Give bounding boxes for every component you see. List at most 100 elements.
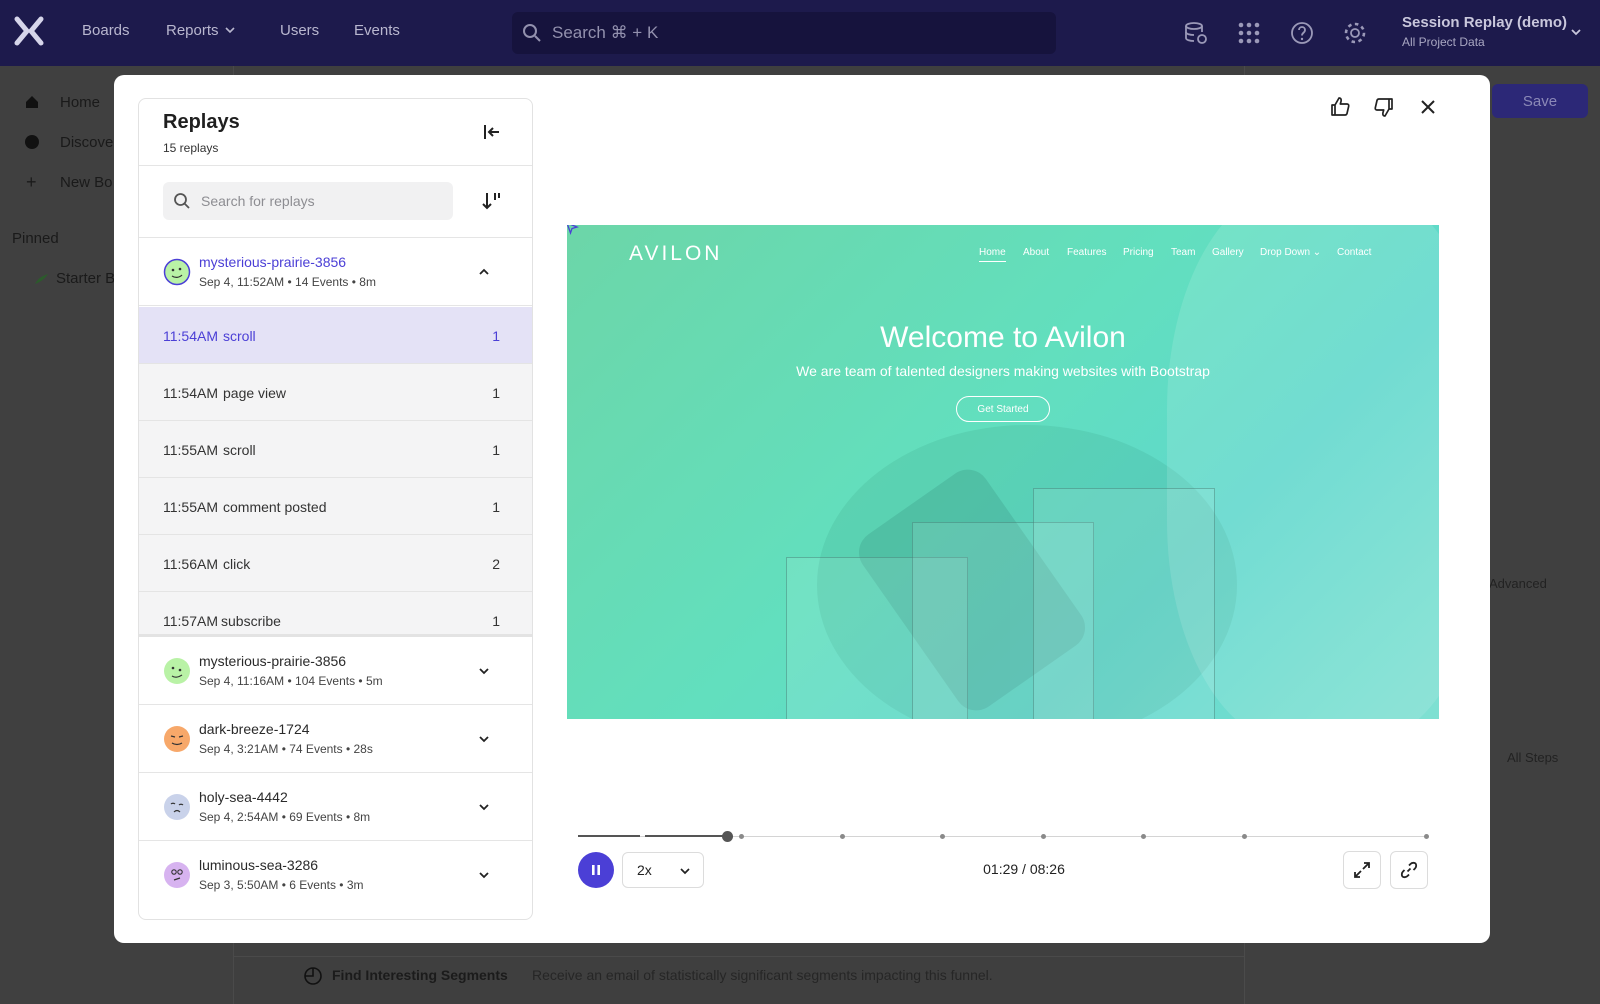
top-navigation: Boards Reports Users Events Search ⌘ + K… bbox=[0, 0, 1600, 66]
event-row[interactable]: 11:55AM scroll 1 bbox=[139, 421, 532, 478]
help-icon[interactable] bbox=[1289, 20, 1315, 46]
chevron-up-icon[interactable] bbox=[477, 265, 491, 279]
global-search[interactable]: Search ⌘ + K bbox=[512, 12, 1056, 54]
event-count: 2 bbox=[492, 556, 500, 572]
event-name: page view bbox=[223, 385, 287, 401]
nav-boards[interactable]: Boards bbox=[82, 22, 130, 39]
link-icon bbox=[1400, 861, 1418, 879]
playback-speed-select[interactable]: 2x bbox=[622, 852, 704, 888]
advanced-label[interactable]: Advanced bbox=[1489, 576, 1547, 591]
chevron-down-icon[interactable] bbox=[477, 800, 491, 814]
project-name: Session Replay (demo) bbox=[1402, 14, 1568, 31]
event-row[interactable]: 11:55AM comment posted 1 bbox=[139, 478, 532, 535]
gear-icon[interactable] bbox=[1342, 20, 1368, 46]
replays-count: 15 replays bbox=[163, 141, 219, 155]
sidebar-item-discover[interactable]: Discove bbox=[60, 134, 113, 151]
timeline-event-marker[interactable] bbox=[1141, 834, 1146, 839]
chevron-down-icon[interactable] bbox=[477, 732, 491, 746]
site-nav-about: About bbox=[1023, 247, 1050, 258]
session-item[interactable]: mysterious-prairie-3856 Sep 4, 11:16AM •… bbox=[139, 637, 532, 705]
background-footer: Find Interesting Segments Receive an ema… bbox=[234, 956, 1244, 1004]
event-row[interactable]: 11:54AM page view 1 bbox=[139, 364, 532, 421]
session-name: dark-breeze-1724 bbox=[199, 721, 310, 737]
replays-panel: Replays 15 replays mysterious-prairie-38… bbox=[138, 98, 533, 920]
session-avatar bbox=[163, 258, 191, 286]
project-scope: All Project Data bbox=[1402, 35, 1485, 49]
event-count: 1 bbox=[492, 385, 500, 401]
hero-title: Welcome to Avilon bbox=[880, 321, 1126, 354]
all-steps-label[interactable]: All Steps bbox=[1507, 750, 1558, 765]
site-nav-contact: Contact bbox=[1337, 247, 1372, 258]
thumbs-up-icon[interactable] bbox=[1328, 95, 1352, 119]
nav-reports-label: Reports bbox=[166, 22, 219, 39]
pause-button[interactable] bbox=[578, 852, 614, 888]
session-item-active[interactable]: mysterious-prairie-3856 Sep 4, 11:52AM •… bbox=[139, 238, 532, 306]
collapse-panel-icon[interactable] bbox=[481, 121, 503, 143]
event-count: 1 bbox=[492, 499, 500, 515]
replay-timeline[interactable] bbox=[578, 831, 1429, 842]
apps-grid-icon[interactable] bbox=[1236, 20, 1262, 46]
timeline-scrubber-handle[interactable] bbox=[722, 831, 734, 842]
plus-icon: + bbox=[26, 172, 37, 192]
sidebar-item-starter[interactable]: Starter B bbox=[56, 270, 115, 287]
event-time: 11:55AM bbox=[163, 442, 218, 458]
event-time: 11:54AM bbox=[163, 385, 218, 401]
hero-subtitle: We are team of talented designers making… bbox=[796, 363, 1210, 379]
database-icon[interactable] bbox=[1183, 20, 1209, 46]
sidebar-item-new-board[interactable]: New Bo bbox=[60, 174, 113, 191]
mixpanel-logo-icon[interactable] bbox=[14, 16, 44, 46]
chevron-down-icon[interactable] bbox=[477, 664, 491, 678]
session-events-list: 11:54AM scroll 1 11:54AM page view 1 11:… bbox=[139, 307, 532, 637]
nav-reports[interactable]: Reports bbox=[166, 22, 235, 39]
sidebar-section-pinned: Pinned bbox=[12, 230, 59, 247]
event-row[interactable]: 11:56AM click 2 bbox=[139, 535, 532, 592]
copy-link-button[interactable] bbox=[1390, 851, 1428, 889]
event-time: 11:57AM bbox=[163, 613, 218, 629]
global-search-placeholder: Search ⌘ + K bbox=[552, 23, 659, 42]
event-row[interactable]: 11:57AM subscribe 1 bbox=[139, 592, 532, 634]
sort-icon[interactable] bbox=[481, 190, 503, 212]
chevron-down-icon[interactable] bbox=[477, 868, 491, 882]
session-replay-modal: Replays 15 replays mysterious-prairie-38… bbox=[114, 75, 1490, 943]
playback-speed-value: 2x bbox=[637, 862, 652, 878]
session-name: holy-sea-4442 bbox=[199, 789, 288, 805]
replays-search-box bbox=[163, 182, 453, 220]
nav-events[interactable]: Events bbox=[354, 22, 400, 39]
chevron-down-icon bbox=[680, 868, 690, 875]
timeline-event-marker[interactable] bbox=[1242, 834, 1247, 839]
site-nav-pricing: Pricing bbox=[1123, 247, 1154, 258]
session-meta: Sep 4, 11:52AM • 14 Events • 8m bbox=[199, 275, 376, 289]
event-row[interactable]: 11:54AM scroll 1 bbox=[139, 307, 532, 364]
sprout-icon bbox=[35, 274, 48, 284]
event-name: click bbox=[223, 556, 251, 572]
timeline-event-marker[interactable] bbox=[739, 834, 744, 839]
save-button[interactable]: Save bbox=[1492, 84, 1588, 118]
site-logo: AVILON bbox=[629, 242, 723, 265]
site-nav-features: Features bbox=[1067, 247, 1107, 258]
home-icon bbox=[26, 96, 38, 108]
chevron-down-icon[interactable] bbox=[1570, 26, 1582, 38]
session-item[interactable]: dark-breeze-1724 Sep 4, 3:21AM • 74 Even… bbox=[139, 705, 532, 773]
pause-icon bbox=[592, 865, 600, 875]
replays-search-row bbox=[139, 166, 532, 238]
replay-viewport[interactable]: AVILON Home About Features Pricing Team … bbox=[567, 225, 1439, 719]
timeline-event-marker[interactable] bbox=[840, 834, 845, 839]
timeline-event-marker[interactable] bbox=[1424, 834, 1429, 839]
replays-search-input[interactable] bbox=[201, 193, 441, 209]
timeline-event-marker[interactable] bbox=[1041, 834, 1046, 839]
site-nav-gallery: Gallery bbox=[1212, 247, 1244, 258]
fullscreen-button[interactable] bbox=[1343, 851, 1381, 889]
site-nav-dropdown: Drop Down ⌄ bbox=[1260, 247, 1322, 258]
timeline-event-marker[interactable] bbox=[940, 834, 945, 839]
replays-title: Replays bbox=[163, 111, 240, 133]
session-meta: Sep 4, 2:54AM • 69 Events • 8m bbox=[199, 810, 371, 824]
session-item[interactable]: luminous-sea-3286 Sep 3, 5:50AM • 6 Even… bbox=[139, 841, 532, 909]
nav-users[interactable]: Users bbox=[280, 22, 319, 39]
sidebar-item-home[interactable]: Home bbox=[60, 94, 100, 111]
session-item[interactable]: holy-sea-4442 Sep 4, 2:54AM • 69 Events … bbox=[139, 773, 532, 841]
cursor-icon bbox=[567, 225, 579, 235]
replay-highlight-box bbox=[1033, 488, 1215, 719]
project-switcher[interactable]: Session Replay (demo) All Project Data bbox=[1402, 14, 1567, 49]
thumbs-down-icon[interactable] bbox=[1372, 95, 1396, 119]
close-icon[interactable] bbox=[1416, 95, 1440, 119]
